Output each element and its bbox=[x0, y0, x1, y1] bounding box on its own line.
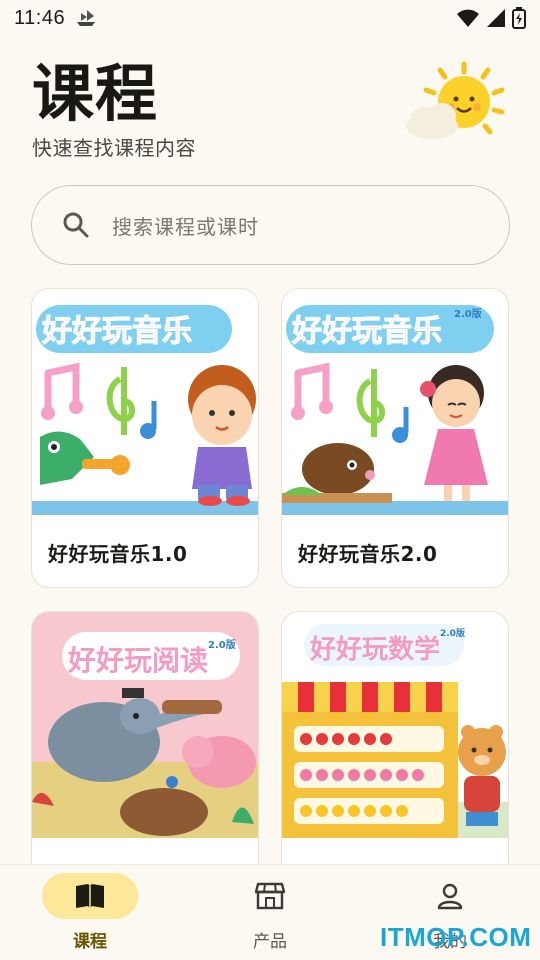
sun-illustration bbox=[406, 61, 505, 139]
course-banner-text: 好好玩数学 bbox=[309, 634, 440, 665]
course-banner-text: 好好玩音乐 bbox=[291, 314, 442, 349]
nav-item-products[interactable]: 产品 bbox=[180, 865, 360, 960]
nav-icon-container bbox=[222, 873, 318, 919]
person-icon bbox=[437, 883, 463, 910]
status-time: 11:46 bbox=[14, 6, 66, 29]
nav-item-courses[interactable]: 课程 bbox=[0, 865, 180, 960]
signal-icon bbox=[487, 9, 505, 27]
course-banner-text: 好好玩阅读 bbox=[67, 644, 208, 677]
course-version-badge: 2.0版 bbox=[208, 638, 236, 651]
search-placeholder: 搜索课程或课时 bbox=[112, 214, 259, 239]
course-banner-text: 好好玩音乐 bbox=[41, 314, 192, 349]
course-title: 好好玩音乐2.0 bbox=[298, 541, 438, 566]
course-version-badge: 2.0版 bbox=[440, 627, 465, 639]
course-card[interactable]: 好好玩音乐 2.0版 好好玩音乐2.0 bbox=[281, 288, 509, 588]
search-bar[interactable]: 搜索课程或课时 bbox=[31, 185, 510, 265]
search-icon bbox=[63, 212, 89, 238]
nav-label: 课程 bbox=[73, 932, 107, 952]
wifi-icon bbox=[457, 9, 479, 27]
nav-active-indicator bbox=[42, 873, 138, 919]
status-bar: 11:46 bbox=[0, 0, 540, 36]
header: 课程 快速查找课程内容 bbox=[32, 58, 196, 161]
nav-icon-container bbox=[402, 873, 498, 919]
course-card[interactable]: 好好玩阅读 2.0版 bbox=[31, 611, 259, 881]
course-card[interactable]: 好好玩音乐 好好玩音乐1.0 bbox=[31, 288, 259, 588]
store-icon bbox=[255, 882, 285, 910]
book-icon bbox=[76, 884, 104, 908]
course-card[interactable]: 好好玩数学 2.0版 bbox=[281, 611, 509, 881]
course-cover-image: 好好玩音乐 2.0版 bbox=[282, 289, 508, 515]
page-title: 课程 bbox=[32, 57, 159, 130]
course-cover-image: 好好玩音乐 bbox=[32, 289, 258, 515]
nav-label: 产品 bbox=[253, 932, 287, 952]
watermark-text: ITMOP.COM bbox=[380, 922, 532, 952]
page-subtitle: 快速查找课程内容 bbox=[32, 136, 196, 160]
battery-icon bbox=[512, 7, 526, 29]
course-title: 好好玩音乐1.0 bbox=[48, 541, 188, 566]
course-cover-image: 好好玩数学 2.0版 bbox=[282, 612, 508, 838]
course-cover-image: 好好玩阅读 2.0版 bbox=[32, 612, 258, 838]
app-notification-icon bbox=[77, 10, 96, 26]
course-version-badge: 2.0版 bbox=[454, 307, 482, 320]
